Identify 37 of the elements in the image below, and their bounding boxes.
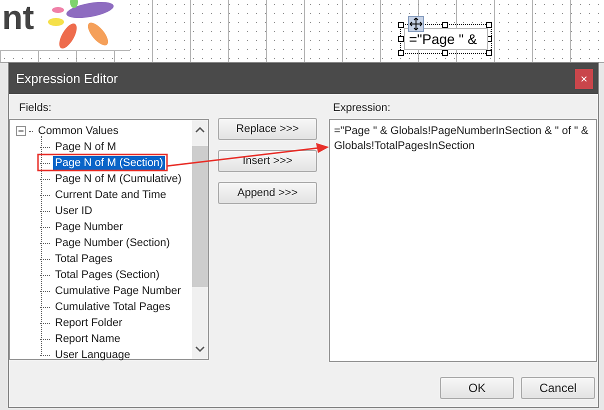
- tree-item[interactable]: Page N of M (Section): [53, 156, 166, 170]
- resize-handle[interactable]: [486, 22, 492, 28]
- tree-item[interactable]: Cumulative Page Number: [53, 284, 183, 298]
- scrollbar[interactable]: [192, 120, 208, 359]
- resize-handle[interactable]: [398, 36, 404, 42]
- tree-item[interactable]: Page N of M (Cumulative): [53, 172, 184, 186]
- tree-item[interactable]: Total Pages: [53, 252, 114, 266]
- expression-field[interactable]: ="Page " & Globals!PageNumberInSection & " of " & Globals!TotalPagesInSection: [329, 119, 597, 362]
- logo-text: nt: [2, 0, 34, 36]
- window-title: Expression Editor: [16, 71, 118, 86]
- expression-textbox[interactable]: ="Page " &: [404, 28, 488, 50]
- tree-item[interactable]: Common Values: [36, 124, 120, 138]
- tree-item[interactable]: User Language: [53, 348, 132, 362]
- resize-handle[interactable]: [486, 50, 492, 56]
- move-icon[interactable]: [408, 16, 424, 32]
- resize-handle[interactable]: [442, 50, 448, 56]
- action-button[interactable]: Replace >>>: [218, 118, 317, 140]
- tree-item[interactable]: Total Pages (Section): [53, 268, 162, 282]
- resize-handle[interactable]: [442, 22, 448, 28]
- tree-item[interactable]: Cumulative Total Pages: [53, 300, 172, 314]
- collapse-icon[interactable]: [16, 126, 26, 136]
- resize-handle[interactable]: [398, 50, 404, 56]
- tree-item[interactable]: Page Number: [53, 220, 125, 234]
- tree-item[interactable]: Page N of M: [53, 140, 118, 154]
- expression-label: Expression:: [332, 102, 392, 114]
- tree-item[interactable]: Report Name: [53, 332, 122, 346]
- action-button[interactable]: Insert >>>: [218, 150, 317, 172]
- tree-item[interactable]: User ID: [53, 204, 94, 218]
- tree-item[interactable]: Current Date and Time: [53, 188, 168, 202]
- tree-item[interactable]: Report Folder: [53, 316, 124, 330]
- close-button[interactable]: ×: [575, 68, 593, 88]
- tree-item[interactable]: Page Number (Section): [53, 236, 172, 250]
- cancel-button[interactable]: Cancel: [521, 377, 595, 399]
- fields-label: Fields:: [18, 102, 52, 114]
- ok-button[interactable]: OK: [440, 377, 514, 399]
- resize-handle[interactable]: [398, 22, 404, 28]
- action-button[interactable]: Append >>>: [218, 182, 317, 204]
